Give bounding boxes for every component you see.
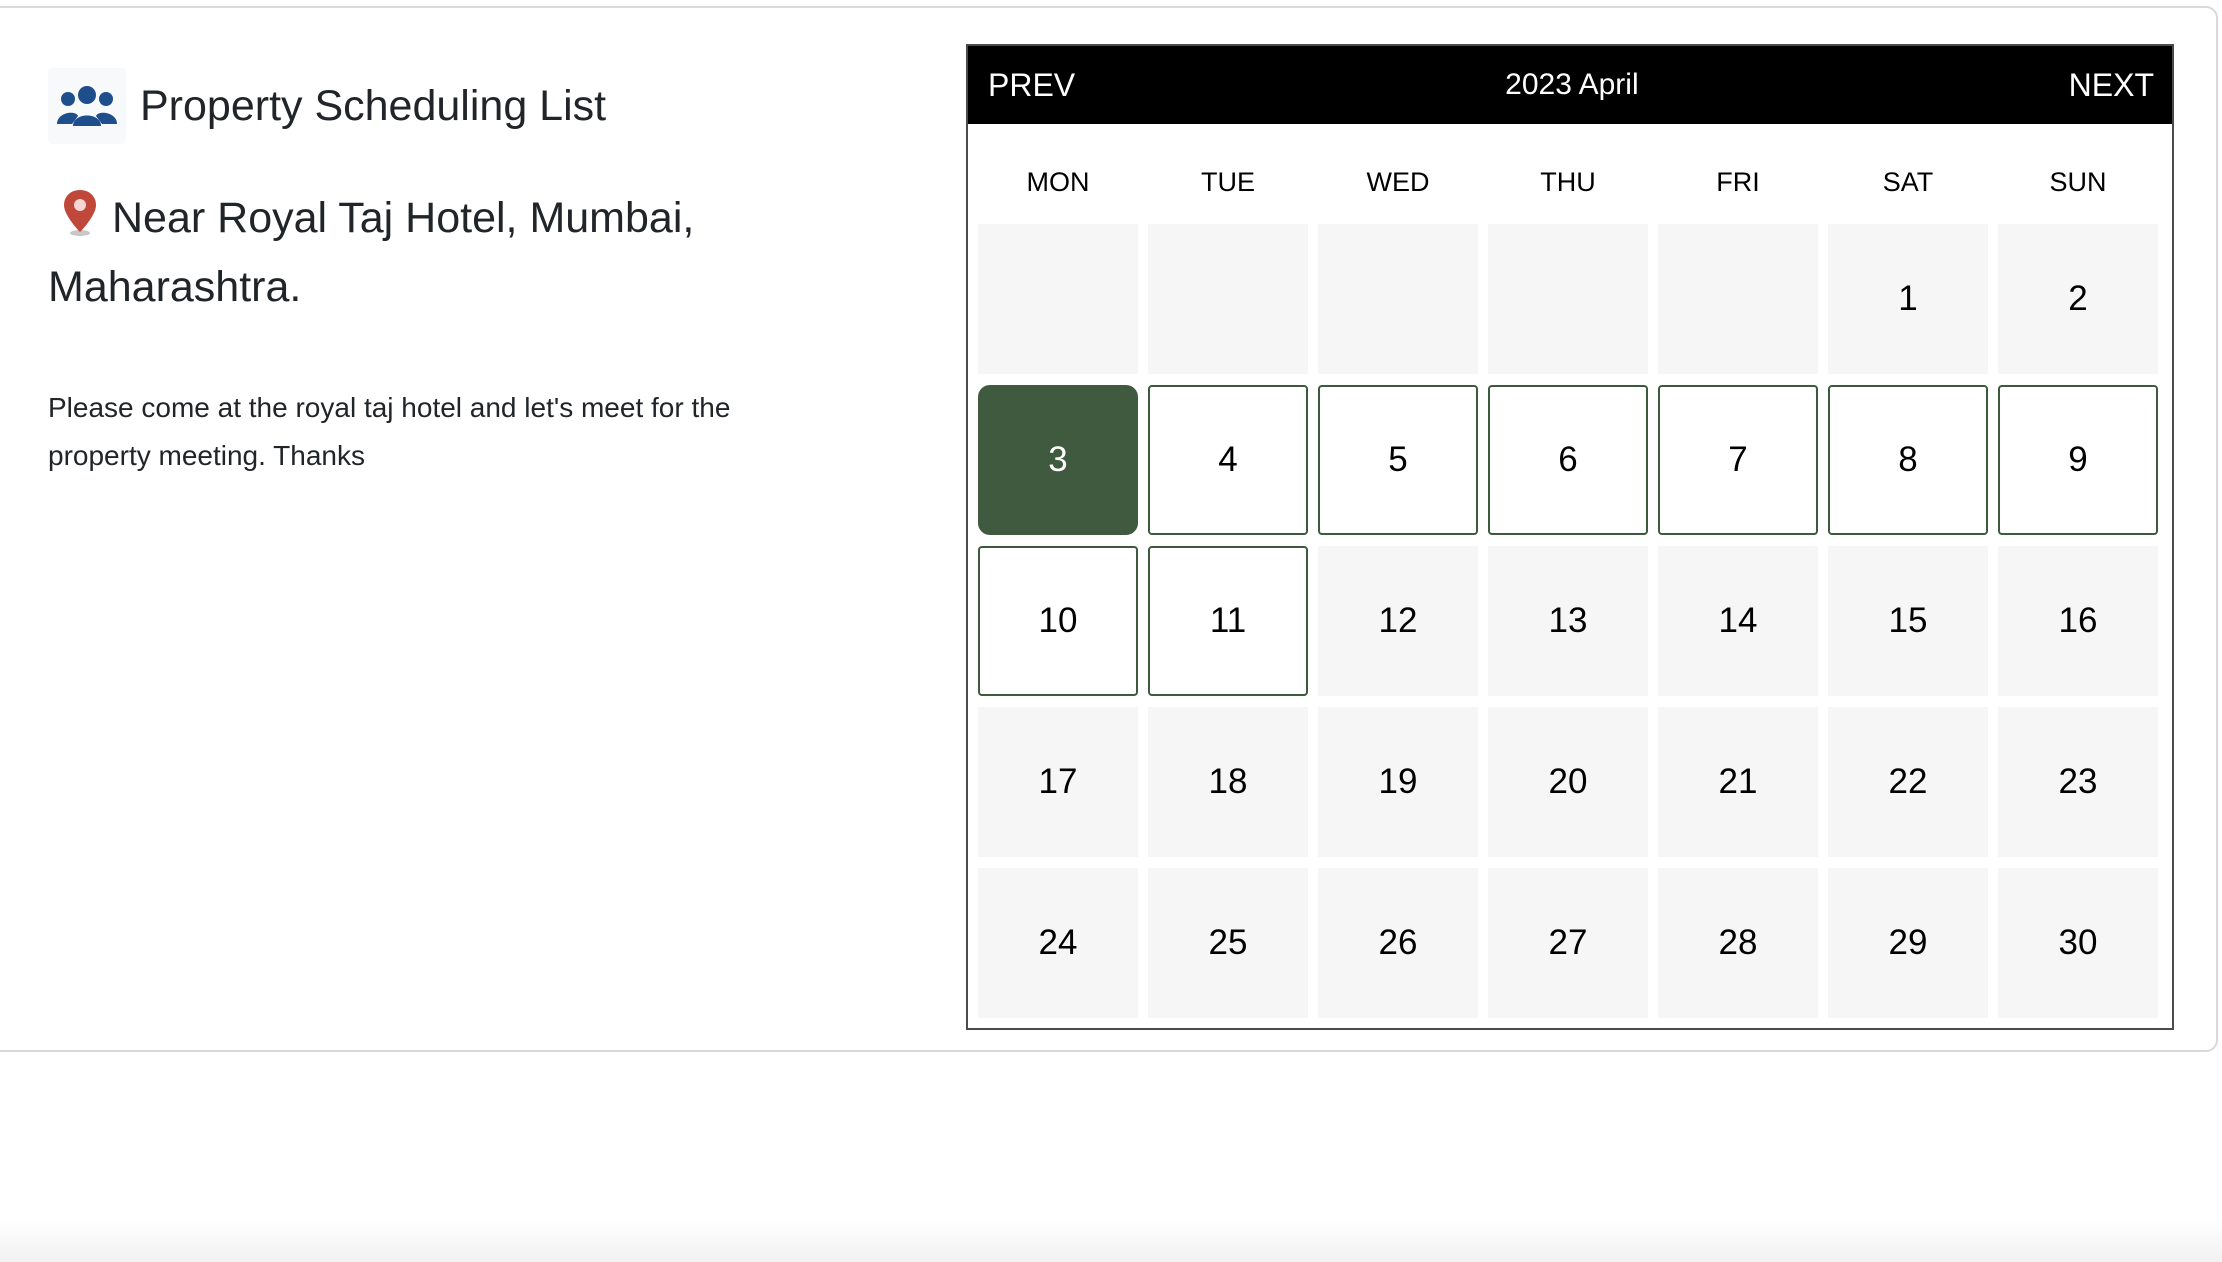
prev-month-button[interactable]: PREV (988, 67, 1075, 104)
calendar-day[interactable]: 17 (978, 707, 1138, 857)
calendar-day[interactable]: 12 (1318, 546, 1478, 696)
weekday-label: FRI (1716, 166, 1760, 197)
weekday-header-row: MON TUE WED THU FRI SAT SUN (968, 124, 2172, 224)
schedule-details: Property Scheduling List Near Royal Taj … (48, 68, 848, 480)
weekday-label: MON (1026, 166, 1090, 197)
title-row: Property Scheduling List (48, 68, 848, 144)
calendar-day[interactable]: 30 (1998, 868, 2158, 1018)
weekday-label: WED (1366, 166, 1430, 197)
calendar-day[interactable]: 1 (1828, 224, 1988, 374)
calendar-day[interactable]: 18 (1148, 707, 1308, 857)
meeting-message: Please come at the royal taj hotel and l… (48, 392, 731, 471)
calendar-day-selected[interactable]: 3 (978, 385, 1138, 535)
calendar-day[interactable]: 29 (1828, 868, 1988, 1018)
next-month-button[interactable]: NEXT (2069, 67, 2154, 104)
page-bottom-area (0, 1052, 2222, 1262)
calendar-empty-cell (1148, 224, 1308, 374)
calendar-day[interactable]: 4 (1148, 385, 1308, 535)
calendar-day[interactable]: 2 (1998, 224, 2158, 374)
calendar-day[interactable]: 8 (1828, 385, 1988, 535)
calendar-day[interactable]: 27 (1488, 868, 1648, 1018)
calendar-day[interactable]: 7 (1658, 385, 1818, 535)
calendar-days-grid: 1 2 3 4 5 6 7 8 9 10 11 12 13 14 15 16 17 18 19 20 21 22 23 24 2… (968, 224, 2172, 1018)
calendar: PREV 2023 April NEXT MON TUE WED THU FRI SAT S… (966, 44, 2174, 1030)
calendar-day[interactable]: 11 (1148, 546, 1308, 696)
calendar-day[interactable]: 20 (1488, 707, 1648, 857)
calendar-day[interactable]: 24 (978, 868, 1138, 1018)
calendar-day[interactable]: 5 (1318, 385, 1478, 535)
calendar-day[interactable]: 26 (1318, 868, 1478, 1018)
calendar-day[interactable]: 21 (1658, 707, 1818, 857)
calendar-day[interactable]: 15 (1828, 546, 1988, 696)
calendar-day[interactable]: 23 (1998, 707, 2158, 857)
calendar-day[interactable]: 10 (978, 546, 1138, 696)
calendar-month-title: 2023 April (1505, 68, 1639, 101)
calendar-day[interactable]: 16 (1998, 546, 2158, 696)
calendar-empty-cell (978, 224, 1138, 374)
schedule-card: Property Scheduling List Near Royal Taj … (0, 6, 2218, 1052)
calendar-empty-cell (1488, 224, 1648, 374)
calendar-empty-cell (1658, 224, 1818, 374)
location-address: Near Royal Taj Hotel, Mumbai, Maharashtr… (48, 194, 695, 311)
calendar-empty-cell (1318, 224, 1478, 374)
calendar-day[interactable]: 22 (1828, 707, 1988, 857)
weekday-label: SAT (1882, 166, 1934, 197)
map-pin-icon (58, 188, 102, 238)
weekday-label: SUN (2049, 166, 2107, 197)
calendar-day[interactable]: 9 (1998, 385, 2158, 535)
calendar-header: PREV 2023 April NEXT (968, 46, 2172, 124)
weekday-label: THU (1540, 166, 1596, 197)
page-title: Property Scheduling List (140, 81, 607, 130)
calendar-day[interactable]: 13 (1488, 546, 1648, 696)
calendar-day[interactable]: 19 (1318, 707, 1478, 857)
users-icon (48, 68, 126, 144)
location-address-block: Near Royal Taj Hotel, Mumbai, Maharashtr… (48, 184, 848, 322)
calendar-day[interactable]: 14 (1658, 546, 1818, 696)
calendar-day[interactable]: 28 (1658, 868, 1818, 1018)
calendar-day[interactable]: 6 (1488, 385, 1648, 535)
calendar-day[interactable]: 25 (1148, 868, 1308, 1018)
weekday-label: TUE (1201, 166, 1255, 197)
